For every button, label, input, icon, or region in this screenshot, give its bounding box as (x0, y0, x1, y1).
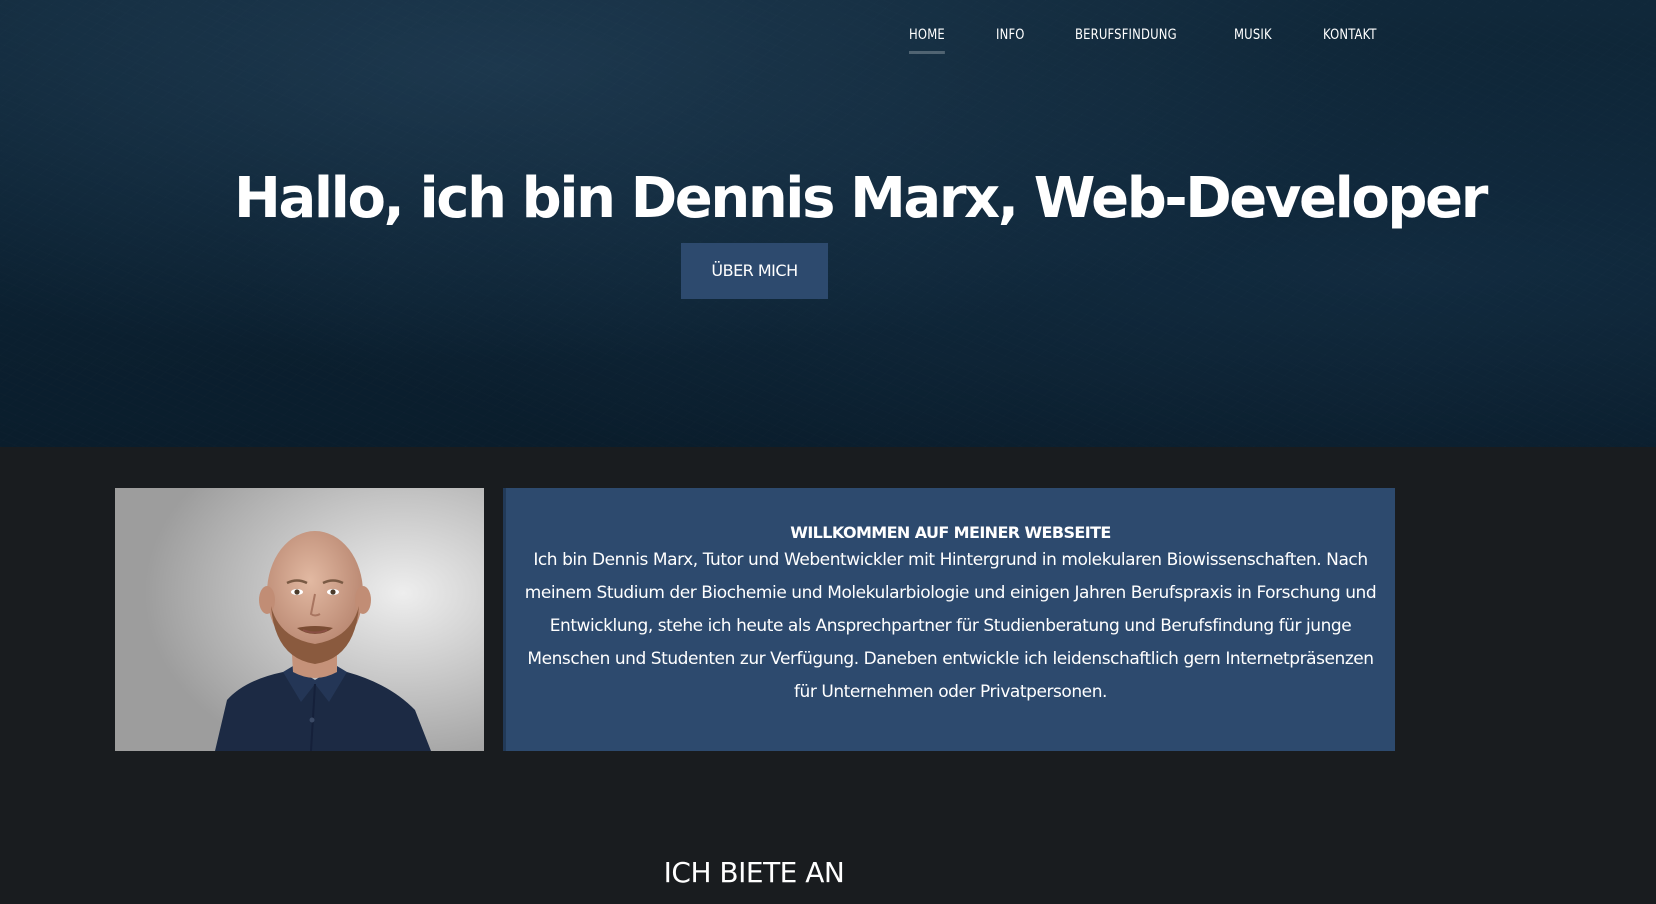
hero-section: HOME INFO BERUFSFINDUNG MUSIK KONTAKT Ha… (0, 0, 1656, 447)
portrait-illustration (115, 488, 484, 751)
nav-item-berufsfindung[interactable]: BERUFSFINDUNG (1075, 0, 1177, 43)
welcome-box: WILLKOMMEN AUF MEINER WEBSEITE Ich bin D… (503, 488, 1395, 751)
nav-item-info[interactable]: INFO (996, 0, 1025, 43)
services-section-title: ICH BIETE AN (663, 856, 845, 889)
hero-title: Hallo, ich bin Dennis Marx, Web-Develope… (234, 166, 1488, 231)
nav-item-musik[interactable]: MUSIK (1234, 0, 1272, 43)
nav-item-home[interactable]: HOME (909, 0, 945, 54)
main-navigation: HOME INFO BERUFSFINDUNG MUSIK KONTAKT (909, 0, 1429, 60)
profile-photo (115, 488, 484, 751)
nav-item-kontakt[interactable]: KONTAKT (1323, 0, 1377, 43)
about-me-button[interactable]: ÜBER MICH (681, 243, 828, 299)
welcome-text: Ich bin Dennis Marx, Tutor und Webentwic… (524, 550, 1377, 702)
page: HOME INFO BERUFSFINDUNG MUSIK KONTAKT Ha… (0, 0, 1656, 904)
welcome-heading: WILLKOMMEN AUF MEINER WEBSEITE (790, 523, 1111, 542)
